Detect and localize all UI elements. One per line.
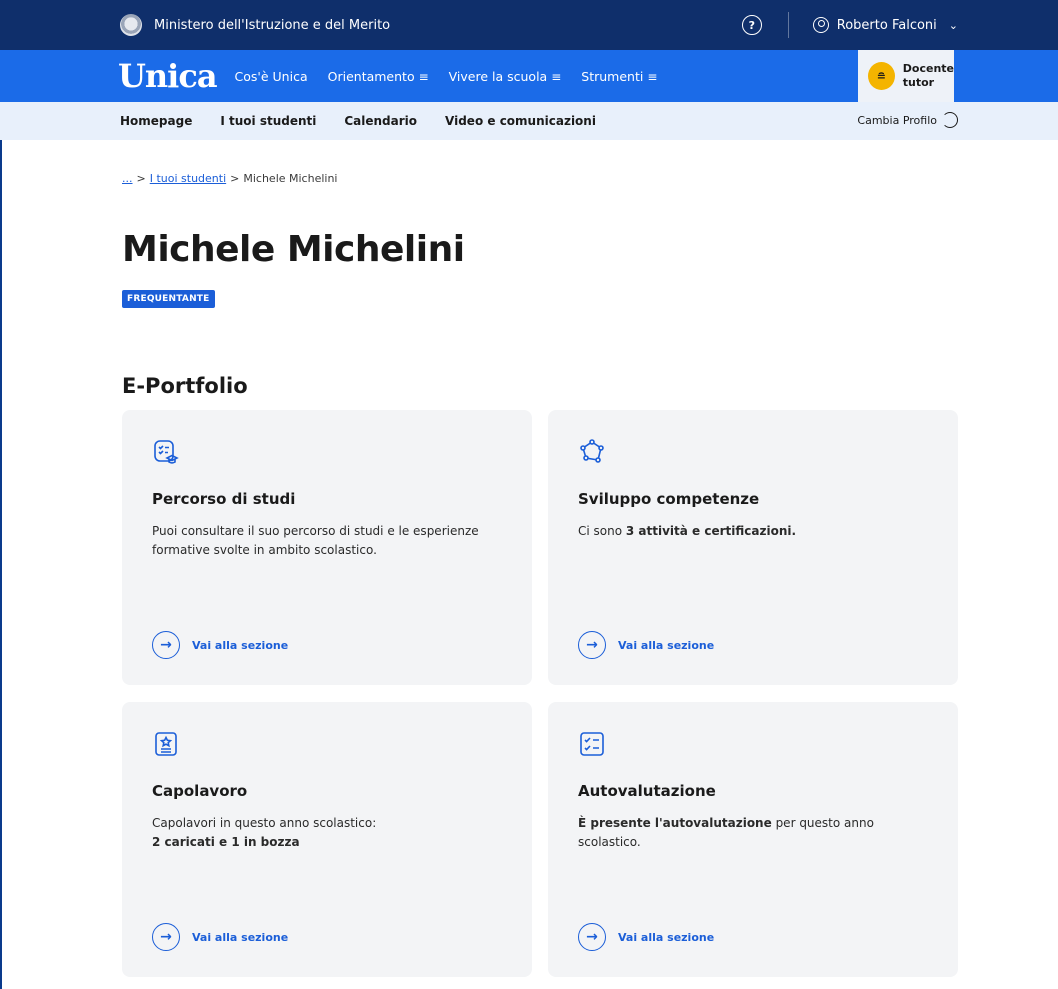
sub-nav: Homepage I tuoi studenti Calendario Vide…	[0, 102, 1058, 140]
card-percorso-di-studi: Percorso di studi Puoi consultare il suo…	[122, 410, 532, 685]
checklist-icon	[580, 732, 604, 756]
chevron-down-icon: ⌄	[948, 18, 958, 32]
card-link-capolavoro[interactable]: → Vai alla sezione	[152, 923, 288, 951]
breadcrumb-ellipsis[interactable]: ...	[122, 172, 133, 185]
breadcrumb-link-students[interactable]: I tuoi studenti	[150, 172, 226, 185]
card-title: Sviluppo competenze	[578, 490, 760, 508]
card-sviluppo-competenze: Sviluppo competenze Ci sono 3 attività e…	[548, 410, 958, 685]
card-description: Puoi consultare il suo percorso di studi…	[152, 524, 479, 557]
subnav-item-homepage[interactable]: Homepage	[120, 114, 192, 128]
page-title: Michele Michelini	[122, 229, 465, 270]
user-name: Roberto Falconi	[836, 17, 937, 33]
menu-icon: ≡	[551, 69, 562, 84]
nav-item-strumenti[interactable]: Strumenti ≡	[581, 69, 657, 84]
nav-item-cose-unica[interactable]: Cos'è Unica	[235, 69, 308, 84]
breadcrumb-current: Michele Michelini	[243, 172, 338, 185]
card-link-percorso[interactable]: → Vai alla sezione	[152, 631, 288, 659]
card-description: È presente l'autovalutazione per questo …	[578, 816, 874, 849]
user-menu[interactable]: Roberto Falconi ⌄	[812, 17, 958, 33]
user-icon	[812, 17, 829, 33]
card-title: Capolavoro	[152, 782, 248, 800]
arrow-right-icon: →	[578, 923, 606, 951]
skills-network-icon	[580, 439, 604, 463]
section-title-eportfolio: E-Portfolio	[122, 374, 248, 398]
change-profile-button[interactable]: Cambia Profilo	[857, 112, 958, 128]
profile-role-label: Docente tutor	[902, 62, 954, 89]
topbar-divider	[787, 12, 789, 38]
main-content: ... > I tuoi studenti > Michele Michelini Mi…	[122, 172, 962, 977]
profile-role-box[interactable]: ≘ Docente tutor	[858, 50, 954, 102]
arrow-right-icon: →	[152, 923, 180, 951]
nav-item-vivere-la-scuola[interactable]: Vivere la scuola ≡	[449, 69, 562, 84]
subnav-item-i-tuoi-studenti[interactable]: I tuoi studenti	[220, 114, 316, 128]
card-title: Percorso di studi	[152, 490, 296, 508]
ministry-name[interactable]: Ministero dell'Istruzione e del Merito	[154, 18, 390, 33]
study-path-icon	[154, 440, 179, 464]
menu-icon: ≡	[418, 69, 429, 84]
ministry-topbar: Ministero dell'Istruzione e del Merito ?…	[0, 0, 1058, 50]
card-link-autovalutazione[interactable]: → Vai alla sezione	[578, 923, 714, 951]
card-description: Capolavori in questo anno scolastico: 2 c…	[152, 816, 377, 849]
arrow-right-icon: →	[152, 631, 180, 659]
card-title: Autovalutazione	[578, 782, 716, 800]
status-badge: FREQUENTANTE	[122, 290, 215, 308]
subnav-item-video-comunicazioni[interactable]: Video e comunicazioni	[445, 114, 596, 128]
unica-logo[interactable]: Unica	[118, 60, 218, 92]
card-link-competenze[interactable]: → Vai alla sezione	[578, 631, 714, 659]
arrow-right-icon: →	[578, 631, 606, 659]
main-nav: Unica Cos'è Unica Orientamento ≡ Vivere l…	[0, 50, 1058, 102]
card-autovalutazione: Autovalutazione È presente l'autovalutaz…	[548, 702, 958, 977]
card-description: Ci sono 3 attività e certificazioni.	[578, 524, 797, 538]
breadcrumb: ... > I tuoi studenti > Michele Michelini	[122, 172, 338, 185]
nav-item-orientamento[interactable]: Orientamento ≡	[328, 69, 429, 84]
menu-icon: ≡	[647, 69, 658, 84]
card-capolavoro: Capolavoro Capolavori in questo anno sco…	[122, 702, 532, 977]
republic-emblem-icon	[120, 14, 142, 36]
subnav-item-calendario[interactable]: Calendario	[344, 114, 417, 128]
swap-profile-icon	[942, 112, 958, 128]
masterpiece-icon	[155, 732, 177, 756]
teacher-profile-icon: ≘	[868, 62, 895, 90]
help-icon[interactable]: ?	[741, 15, 762, 35]
